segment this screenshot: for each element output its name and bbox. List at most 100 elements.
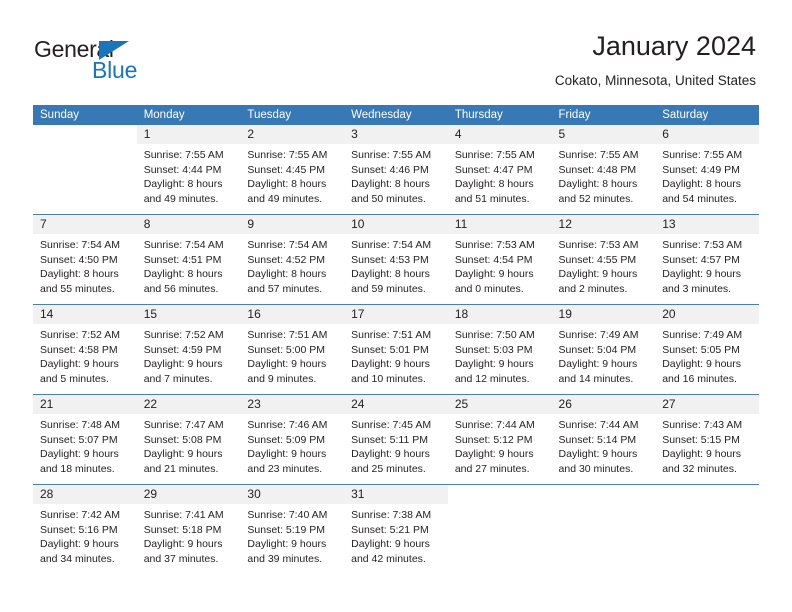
daylight-duration-line1: Daylight: 9 hours xyxy=(454,268,534,281)
day-number: 10 xyxy=(344,215,448,234)
calendar-day-cell[interactable]: 30 Sunrise: 7:40 AM Sunset: 5:19 PM Dayligh… xyxy=(240,484,345,574)
daylight-duration-line2: and 21 minutes. xyxy=(143,462,219,475)
daylight-duration-line2: and 32 minutes. xyxy=(662,462,737,475)
daylight-duration-line2: and 16 minutes. xyxy=(662,372,737,385)
sunset-time: Sunset: 4:47 PM xyxy=(454,163,533,176)
calendar-day-cell[interactable]: 31 Sunrise: 7:38 AM Sunset: 5:21 PM Dayligh… xyxy=(344,484,448,574)
sunset-time: Sunset: 5:14 PM xyxy=(558,433,637,446)
sunset-time: Sunset: 4:46 PM xyxy=(351,163,429,176)
sunrise-time: Sunrise: 7:55 AM xyxy=(558,149,639,161)
day-cell-content: 6 Sunrise: 7:55 AM Sunset: 4:49 PM Daylight… xyxy=(655,125,759,214)
sunset-time: Sunset: 4:58 PM xyxy=(40,343,118,356)
day-details: Sunrise: 7:54 AM Sunset: 4:53 PM Daylight:… xyxy=(344,234,448,296)
calendar-day-cell[interactable]: 2 Sunrise: 7:55 AM Sunset: 4:45 PM Daylight… xyxy=(240,125,345,215)
day-number: 21 xyxy=(33,395,137,414)
calendar-header-row: Sunday Monday Tuesday Wednesday Thursday… xyxy=(33,105,759,125)
calendar-day-cell[interactable]: 10 Sunrise: 7:54 AM Sunset: 4:53 PM Dayligh… xyxy=(344,214,448,305)
day-number: 7 xyxy=(33,215,137,234)
calendar-day-cell[interactable]: 17 Sunrise: 7:51 AM Sunset: 5:01 PM Dayligh… xyxy=(344,304,448,395)
calendar-day-cell[interactable]: 18 Sunrise: 7:50 AM Sunset: 5:03 PM Dayligh… xyxy=(447,304,552,395)
calendar-day-cell[interactable]: 19 Sunrise: 7:49 AM Sunset: 5:04 PM Dayligh… xyxy=(551,304,656,395)
daylight-duration-line1: Daylight: 8 hours xyxy=(351,268,430,281)
day-details: Sunrise: 7:54 AM Sunset: 4:50 PM Daylight:… xyxy=(33,234,137,296)
daylight-duration-line2: and 34 minutes. xyxy=(40,552,115,565)
day-details: Sunrise: 7:55 AM Sunset: 4:47 PM Daylight:… xyxy=(448,144,552,206)
day-cell-content: 22 Sunrise: 7:47 AM Sunset: 5:08 PM Dayligh… xyxy=(136,395,241,484)
calendar-day-cell[interactable]: 13 Sunrise: 7:53 AM Sunset: 4:57 PM Dayligh… xyxy=(655,214,759,305)
calendar-day-cell[interactable]: 26 Sunrise: 7:44 AM Sunset: 5:14 PM Dayligh… xyxy=(551,394,656,485)
calendar-day-cell[interactable]: 16 Sunrise: 7:51 AM Sunset: 5:00 PM Dayligh… xyxy=(240,304,345,395)
sunrise-time: Sunrise: 7:41 AM xyxy=(143,509,224,521)
sunrise-time: Sunrise: 7:55 AM xyxy=(247,149,328,161)
sunrise-time: Sunrise: 7:54 AM xyxy=(40,239,120,251)
sunset-time: Sunset: 5:18 PM xyxy=(143,523,222,536)
calendar-day-cell[interactable]: 28 Sunrise: 7:42 AM Sunset: 5:16 PM Dayligh… xyxy=(33,484,137,574)
general-blue-logo[interactable]: General Blue xyxy=(34,36,234,86)
day-details: Sunrise: 7:55 AM Sunset: 4:45 PM Daylight:… xyxy=(240,144,344,206)
day-number: 23 xyxy=(240,395,345,414)
calendar-day-cell[interactable]: 24 Sunrise: 7:45 AM Sunset: 5:11 PM Dayligh… xyxy=(344,394,448,485)
calendar-day-cell[interactable]: 1 Sunrise: 7:55 AM Sunset: 4:44 PM Daylight… xyxy=(136,125,241,215)
sunset-time: Sunset: 4:50 PM xyxy=(40,253,118,266)
calendar-day-cell[interactable]: 14 Sunrise: 7:52 AM Sunset: 4:58 PM Dayligh… xyxy=(33,304,137,395)
daylight-duration-line2: and 5 minutes. xyxy=(40,372,109,385)
calendar-day-cell[interactable]: 3 Sunrise: 7:55 AM Sunset: 4:46 PM Daylight… xyxy=(344,125,448,215)
day-details: Sunrise: 7:41 AM Sunset: 5:18 PM Daylight:… xyxy=(137,504,241,566)
daylight-duration-line2: and 54 minutes. xyxy=(662,192,737,205)
day-number: 4 xyxy=(447,125,552,144)
day-cell-content: 14 Sunrise: 7:52 AM Sunset: 4:58 PM Dayligh… xyxy=(33,305,137,394)
daylight-duration-line1: Daylight: 8 hours xyxy=(247,268,327,281)
day-number: 11 xyxy=(447,215,552,234)
calendar-day-cell[interactable]: 22 Sunrise: 7:47 AM Sunset: 5:08 PM Dayligh… xyxy=(136,394,241,485)
day-cell-content: 26 Sunrise: 7:44 AM Sunset: 5:14 PM Dayligh… xyxy=(551,395,656,484)
calendar-day-cell[interactable]: 9 Sunrise: 7:54 AM Sunset: 4:52 PM Daylight… xyxy=(240,214,345,305)
calendar-day-cell[interactable]: 15 Sunrise: 7:52 AM Sunset: 4:59 PM Dayligh… xyxy=(136,304,241,395)
day-number xyxy=(655,485,759,504)
calendar-day-cell[interactable]: 20 Sunrise: 7:49 AM Sunset: 5:05 PM Dayligh… xyxy=(655,304,759,395)
calendar-day-cell[interactable]: 6 Sunrise: 7:55 AM Sunset: 4:49 PM Daylight… xyxy=(655,125,759,215)
calendar-day-cell[interactable]: 7 Sunrise: 7:54 AM Sunset: 4:50 PM Daylight… xyxy=(33,214,137,305)
daylight-duration-line1: Daylight: 9 hours xyxy=(558,268,638,281)
calendar-day-cell xyxy=(33,125,137,215)
daylight-duration-line1: Daylight: 8 hours xyxy=(662,178,742,191)
calendar-day-cell[interactable]: 12 Sunrise: 7:53 AM Sunset: 4:55 PM Dayligh… xyxy=(551,214,656,305)
sunset-time: Sunset: 5:08 PM xyxy=(143,433,222,446)
day-number: 22 xyxy=(136,395,241,414)
sunset-time: Sunset: 4:45 PM xyxy=(247,163,326,176)
calendar-day-cell[interactable]: 8 Sunrise: 7:54 AM Sunset: 4:51 PM Daylight… xyxy=(136,214,241,305)
calendar-day-cell[interactable]: 27 Sunrise: 7:43 AM Sunset: 5:15 PM Dayligh… xyxy=(655,394,759,485)
sunrise-time: Sunrise: 7:49 AM xyxy=(558,329,639,341)
day-details: Sunrise: 7:40 AM Sunset: 5:19 PM Daylight:… xyxy=(240,504,344,566)
sunset-time: Sunset: 4:59 PM xyxy=(143,343,222,356)
daylight-duration-line2: and 10 minutes. xyxy=(351,372,426,385)
day-cell-content xyxy=(33,125,137,214)
calendar-day-cell[interactable]: 25 Sunrise: 7:44 AM Sunset: 5:12 PM Dayligh… xyxy=(447,394,552,485)
calendar-day-cell[interactable]: 23 Sunrise: 7:46 AM Sunset: 5:09 PM Dayligh… xyxy=(240,394,345,485)
sunset-time: Sunset: 5:07 PM xyxy=(40,433,118,446)
day-number: 12 xyxy=(551,215,656,234)
calendar-day-cell[interactable]: 11 Sunrise: 7:53 AM Sunset: 4:54 PM Dayligh… xyxy=(447,214,552,305)
daylight-duration-line1: Daylight: 9 hours xyxy=(247,448,327,461)
daylight-duration-line2: and 51 minutes. xyxy=(454,192,530,205)
day-cell-content: 21 Sunrise: 7:48 AM Sunset: 5:07 PM Dayligh… xyxy=(33,395,137,484)
daylight-duration-line1: Daylight: 9 hours xyxy=(662,448,742,461)
daylight-duration-line2: and 30 minutes. xyxy=(558,462,634,475)
day-details: Sunrise: 7:47 AM Sunset: 5:08 PM Daylight:… xyxy=(137,414,241,476)
day-number: 29 xyxy=(136,485,241,504)
calendar-day-cell[interactable]: 5 Sunrise: 7:55 AM Sunset: 4:48 PM Daylight… xyxy=(551,125,656,215)
daylight-duration-line1: Daylight: 9 hours xyxy=(143,538,223,551)
weekday-header-friday: Friday xyxy=(551,105,656,125)
day-number: 14 xyxy=(33,305,137,324)
daylight-duration-line2: and 7 minutes. xyxy=(143,372,213,385)
daylight-duration-line2: and 2 minutes. xyxy=(558,282,628,295)
day-cell-content: 8 Sunrise: 7:54 AM Sunset: 4:51 PM Daylight… xyxy=(136,215,241,304)
calendar-day-cell[interactable]: 4 Sunrise: 7:55 AM Sunset: 4:47 PM Daylight… xyxy=(447,125,552,215)
daylight-duration-line2: and 42 minutes. xyxy=(351,552,426,565)
day-details: Sunrise: 7:55 AM Sunset: 4:46 PM Daylight:… xyxy=(344,144,448,206)
daylight-duration-line2: and 55 minutes. xyxy=(40,282,115,295)
calendar-day-cell[interactable]: 29 Sunrise: 7:41 AM Sunset: 5:18 PM Dayligh… xyxy=(136,484,241,574)
day-number: 24 xyxy=(344,395,448,414)
day-details: Sunrise: 7:53 AM Sunset: 4:55 PM Daylight:… xyxy=(552,234,656,296)
daylight-duration-line1: Daylight: 9 hours xyxy=(143,358,223,371)
calendar-day-cell[interactable]: 21 Sunrise: 7:48 AM Sunset: 5:07 PM Dayligh… xyxy=(33,394,137,485)
